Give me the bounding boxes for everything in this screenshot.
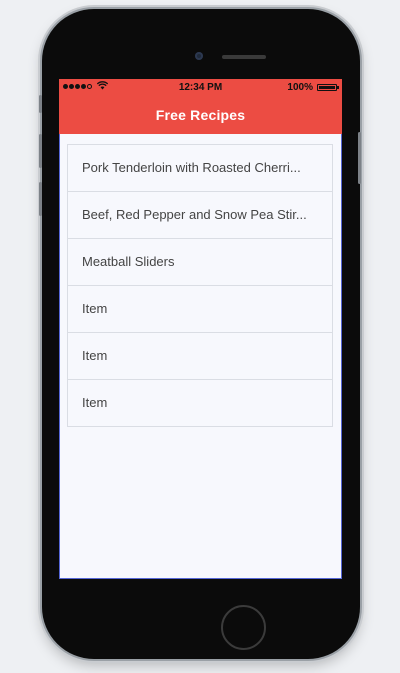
nav-bar: Free Recipes — [59, 97, 342, 134]
list-item[interactable]: Item — [68, 333, 332, 380]
battery-tip — [337, 86, 339, 89]
device-frame-stage: 12:34 PM 100% Free Recipes Pork Tenderlo… — [0, 0, 400, 673]
list-item[interactable]: Item — [68, 286, 332, 333]
list-item[interactable]: Pork Tenderloin with Roasted Cherri... — [68, 145, 332, 192]
list-item[interactable]: Meatball Sliders — [68, 239, 332, 286]
app-screen: 12:34 PM 100% Free Recipes Pork Tenderlo… — [59, 79, 342, 579]
mute-switch — [39, 95, 42, 113]
volume-down-button — [39, 182, 42, 216]
volume-up-button — [39, 134, 42, 168]
front-camera — [195, 52, 203, 60]
battery-fill — [319, 86, 335, 89]
list-item[interactable]: Beef, Red Pepper and Snow Pea Stir... — [68, 192, 332, 239]
power-button — [358, 132, 361, 184]
recipe-list: Pork Tenderloin with Roasted Cherri... B… — [67, 144, 333, 427]
battery-percentage: 100% — [287, 82, 313, 93]
home-button[interactable] — [221, 605, 266, 650]
status-bar: 12:34 PM 100% — [59, 79, 342, 97]
list-item[interactable]: Item — [68, 380, 332, 427]
earpiece-speaker — [222, 55, 266, 59]
page-title: Free Recipes — [155, 107, 246, 123]
battery-icon — [317, 84, 337, 91]
